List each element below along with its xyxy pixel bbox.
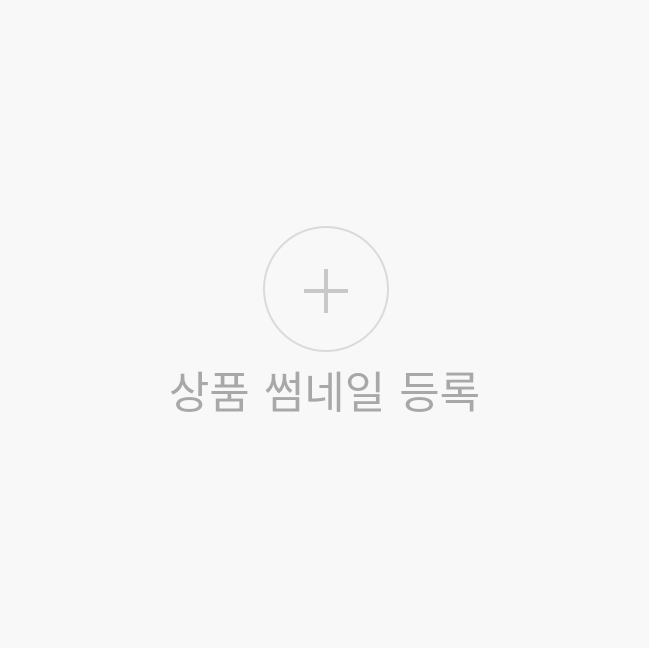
add-thumbnail-button[interactable] xyxy=(263,226,389,352)
thumbnail-upload-area[interactable]: 상품 썸네일 등록 xyxy=(0,0,649,648)
plus-icon xyxy=(304,269,348,313)
upload-thumbnail-label: 상품 썸네일 등록 xyxy=(168,368,481,419)
